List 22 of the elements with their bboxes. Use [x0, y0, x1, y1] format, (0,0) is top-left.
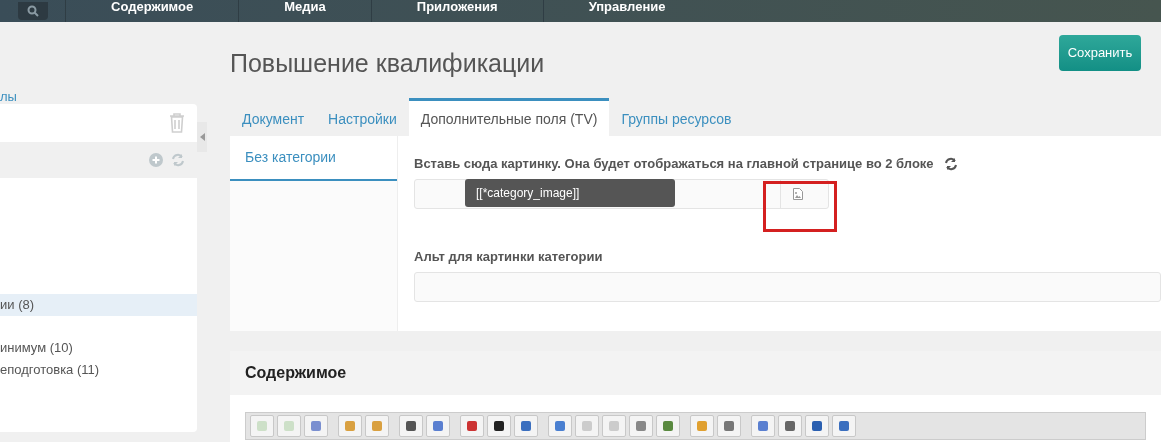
section-title: Содержимое — [245, 363, 347, 383]
nav-menu-item[interactable]: Управление — [542, 0, 711, 22]
field-label: Альт для картинки категории — [414, 248, 603, 267]
tree-item[interactable]: ии (8) — [0, 294, 197, 316]
field-label: Вставь сюда картинку. Она будет отображаться на главной странице во 2 блоке — [414, 155, 934, 174]
input-field[interactable] — [414, 272, 1161, 302]
category-tab[interactable]: Без категории — [230, 136, 397, 181]
tab[interactable]: Дополнительные поля (TV) — [408, 98, 610, 136]
toolbar-button[interactable] — [399, 415, 423, 437]
nav-menu-item[interactable]: Приложения — [370, 0, 543, 22]
refresh-icon[interactable] — [943, 157, 958, 171]
tree-item[interactable]: еподготовка (11) — [0, 359, 197, 381]
page-title: Повышение квалификации — [230, 48, 545, 79]
collapse-handle[interactable] — [197, 122, 207, 152]
tooltip: [[*category_image]] — [465, 179, 675, 207]
nav-menu-item[interactable]: Содержимое — [65, 0, 239, 22]
nav-menu-item[interactable]: Медиа — [238, 0, 371, 22]
tree-item[interactable]: инимум (10) — [0, 337, 197, 359]
search-icon — [26, 5, 39, 17]
caret-icon — [199, 133, 205, 141]
search-button[interactable] — [17, 2, 48, 20]
toolbar-button[interactable] — [487, 415, 511, 437]
